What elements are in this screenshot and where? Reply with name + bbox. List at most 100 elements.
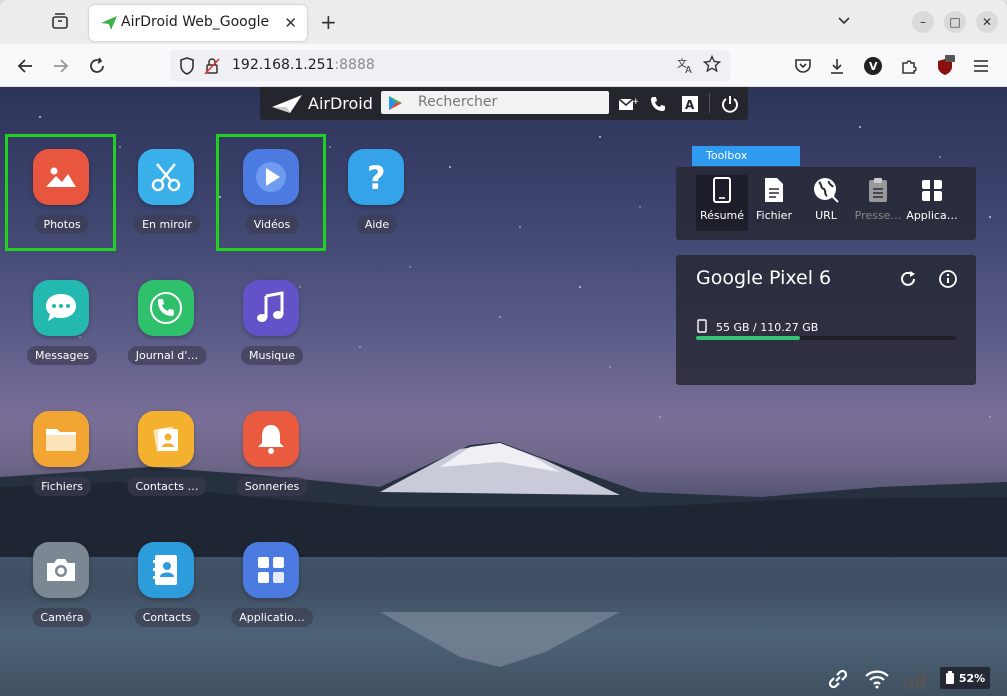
app-musique[interactable]: Musique [224,274,320,384]
extensions-puzzle-icon[interactable] [898,55,920,77]
svg-text:+: + [632,97,638,107]
contacts-fav-icon [138,411,194,467]
bookmark-star-icon[interactable] [702,54,722,77]
bell-icon [243,411,299,467]
tool-label: Presse… [854,209,902,222]
pocket-icon[interactable] [792,55,814,77]
app-videos[interactable]: Vidéos [224,143,320,253]
app-journal-appels[interactable]: Journal d'… [119,274,215,384]
minimize-icon[interactable]: – [912,11,934,33]
play-store-icon [389,96,402,110]
tool-label: URL [815,209,837,222]
tool-label: Fichier [756,209,792,222]
forward-arrow-icon[interactable] [50,55,72,77]
translate-icon[interactable]: 文A [676,56,694,78]
connection-link-icon[interactable] [828,667,848,691]
tool-applications[interactable]: Applica… [902,175,962,231]
browser-tab[interactable]: AirDroid Web_Google Pixel 6 ✕ [89,5,307,41]
app-messages[interactable]: Messages [14,274,110,384]
airdroid-favicon-icon [101,15,117,34]
navigation-bar: 192.168.1.251:8888 文A V [0,44,1007,87]
app-label: Sonneries [236,477,308,496]
tab-close-icon[interactable]: ✕ [284,14,297,32]
close-window-icon[interactable]: ✕ [976,11,998,33]
app-label: Messages [27,346,97,365]
info-icon[interactable] [938,269,958,289]
new-tab-icon[interactable]: + [320,10,337,34]
app-sonneries[interactable]: Sonneries [224,405,320,515]
url-host: 192.168.1.251 [232,57,335,73]
reload-icon[interactable] [86,55,108,77]
file-icon [748,175,800,205]
call-phone-icon[interactable] [648,94,668,114]
tab-overview-icon[interactable] [49,12,73,34]
maximize-icon[interactable]: □ [944,11,966,33]
app-label: Contacts [134,608,200,627]
airdroid-desktop: AirDroid Rechercher + A Photos En miroir… [0,87,1007,696]
photos-icon [33,149,89,205]
app-en-miroir[interactable]: En miroir [119,143,215,253]
logo-text: AirDroid [308,94,373,113]
ublock-icon[interactable] [934,55,956,77]
refresh-icon[interactable] [898,269,918,289]
package-icon [902,175,962,205]
app-aide[interactable]: ? Aide [329,143,425,253]
svg-text:?: ? [367,160,386,194]
list-tabs-chevron-icon[interactable] [836,12,852,32]
app-label: Applicatio… [231,608,313,627]
toolbox-panel: Résumé Fichier URL Presse… Applica… [676,167,976,240]
url-port: :8888 [334,57,375,73]
play-icon [243,149,299,205]
app-label: Musique [241,346,303,365]
airdroid-logo-icon [272,94,302,113]
toolbox-tab[interactable]: Toolbox [692,146,800,166]
svg-text:A: A [685,98,695,112]
battery-plug-icon [945,671,954,684]
search-input[interactable]: Rechercher [381,91,609,114]
extension-v-icon[interactable]: V [862,55,884,77]
svg-text:V: V [869,60,878,73]
app-label: Photos [35,215,89,234]
shield-icon[interactable] [179,57,195,79]
tool-presse-papiers[interactable]: Presse… [852,175,904,231]
tool-label: Résumé [699,209,745,222]
tool-fichier[interactable]: Fichier [748,175,800,231]
url-text[interactable]: 192.168.1.251:8888 [232,57,375,73]
insecure-lock-icon[interactable] [204,57,220,79]
app-contacts-favoris[interactable]: Contacts … [119,405,215,515]
toolbar-divider [709,93,710,113]
tab-bar: AirDroid Web_Google Pixel 6 ✕ + – □ ✕ [0,0,1007,44]
globe-icon [800,175,852,205]
power-logout-icon[interactable] [720,94,740,114]
tool-url[interactable]: URL [800,175,852,231]
storage-bar-fill [696,336,800,340]
airdroid-logo: AirDroid [272,94,373,113]
device-panel: Google Pixel 6 55 GB / 110.27 GB [676,255,976,385]
app-photos[interactable]: Photos [14,143,110,253]
folder-icon [33,411,89,467]
search-placeholder: Rechercher [418,94,498,110]
tool-resume[interactable]: Résumé [696,175,748,231]
font-size-icon[interactable]: A [680,94,700,114]
app-label: En miroir [134,215,200,234]
battery-status: 52% [940,667,990,689]
storage-text: 55 GB / 110.27 GB [716,321,819,334]
battery-percent: 52% [958,671,986,685]
menu-hamburger-icon[interactable] [970,55,992,77]
download-icon[interactable] [826,55,848,77]
wifi-icon [864,667,890,691]
app-label: Aide [356,215,398,234]
app-fichiers[interactable]: Fichiers [14,405,110,515]
storage-bar [696,336,956,340]
new-message-icon[interactable]: + [618,94,638,114]
tab-title: AirDroid Web_Google Pixel 6 [121,14,273,30]
device-name: Google Pixel 6 [696,267,832,289]
back-arrow-icon[interactable] [14,55,36,77]
app-camera[interactable]: Caméra [14,536,110,646]
app-label: Fichiers [33,477,91,496]
app-applications[interactable]: Applicatio… [224,536,320,646]
camera-icon [33,542,89,598]
url-bar[interactable]: 192.168.1.251:8888 文A [170,50,730,81]
app-contacts[interactable]: Contacts [119,536,215,646]
phone-device-icon [696,175,748,205]
